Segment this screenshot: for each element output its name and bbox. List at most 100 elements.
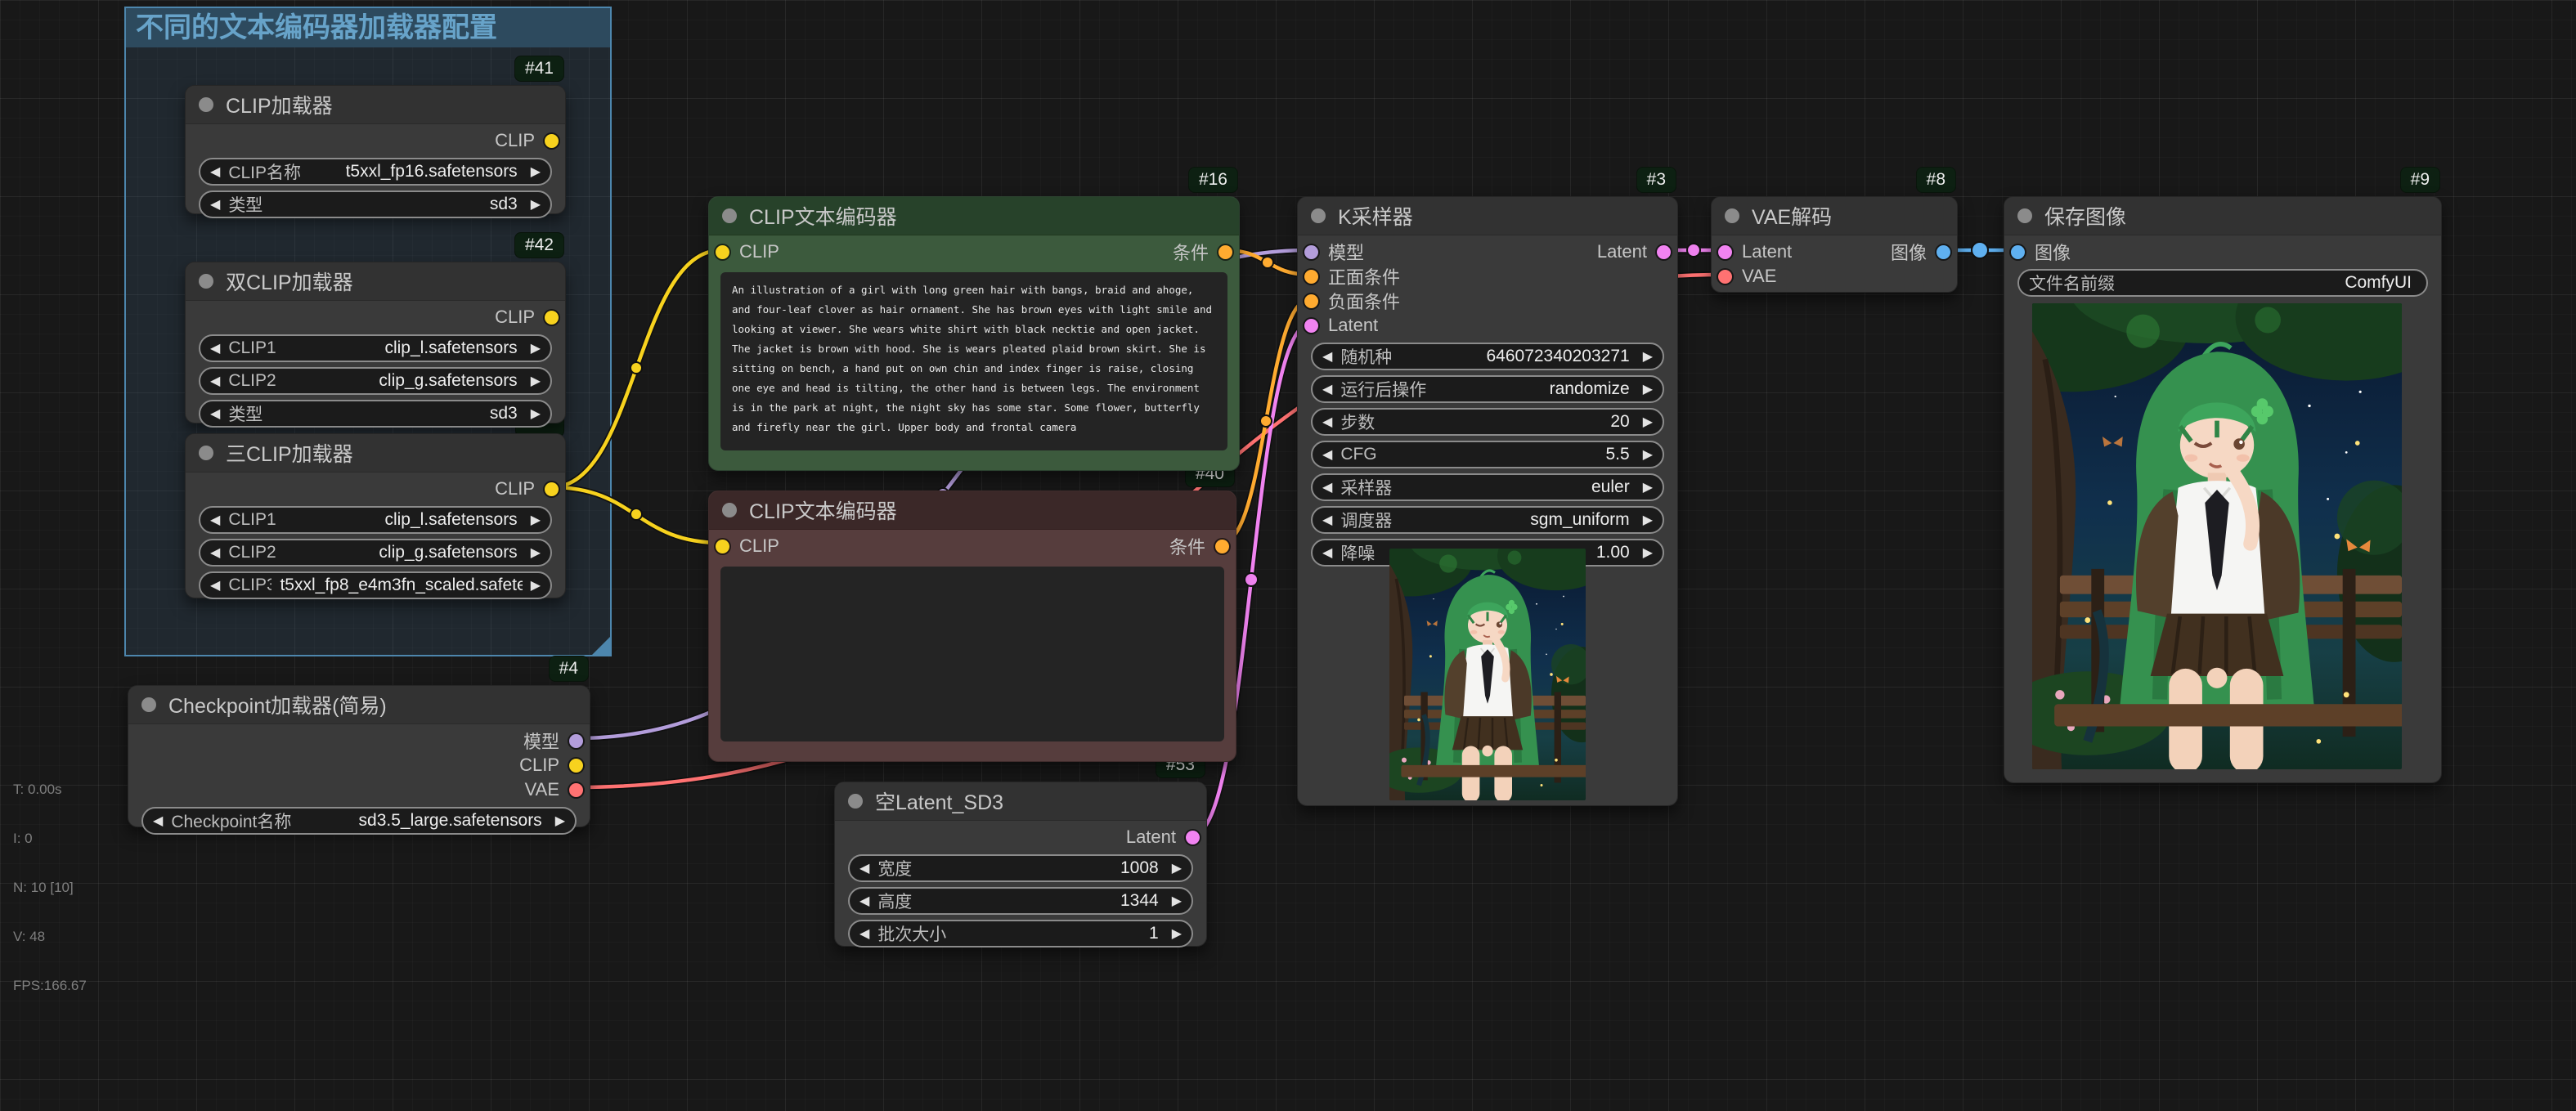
increment-arrow-icon[interactable]: ▶ bbox=[1643, 512, 1653, 528]
widget-scheduler[interactable]: ◀ 调度器 sgm_uniform ▶ bbox=[1311, 506, 1664, 534]
clip-input-slot[interactable] bbox=[716, 245, 729, 259]
node-header[interactable]: VAE解码 bbox=[1712, 197, 1957, 235]
conditioning-output-slot[interactable] bbox=[1218, 245, 1232, 259]
collapse-dot-icon[interactable] bbox=[2017, 208, 2032, 223]
increment-arrow-icon[interactable]: ▶ bbox=[531, 164, 541, 180]
saved-image[interactable] bbox=[2032, 303, 2402, 769]
decrement-arrow-icon[interactable]: ◀ bbox=[210, 196, 220, 213]
widget-checkpoint-name[interactable]: ◀ Checkpoint名称 sd3.5_large.safetensors ▶ bbox=[141, 807, 577, 835]
decrement-arrow-icon[interactable]: ◀ bbox=[1322, 512, 1332, 528]
widget-filename-prefix[interactable]: 文件名前缀 ComfyUI bbox=[2017, 269, 2428, 297]
decrement-arrow-icon[interactable]: ◀ bbox=[1322, 348, 1332, 365]
decrement-arrow-icon[interactable]: ◀ bbox=[1322, 479, 1332, 495]
collapse-dot-icon[interactable] bbox=[1725, 208, 1739, 223]
vae-input-slot[interactable] bbox=[1718, 270, 1732, 284]
increment-arrow-icon[interactable]: ▶ bbox=[1172, 925, 1182, 942]
increment-arrow-icon[interactable]: ▶ bbox=[1172, 893, 1182, 909]
prompt-textarea[interactable] bbox=[720, 567, 1224, 741]
clip-output-slot[interactable] bbox=[545, 134, 559, 148]
increment-arrow-icon[interactable]: ▶ bbox=[531, 373, 541, 389]
widget-clip1[interactable]: ◀ CLIP1 clip_l.safetensors ▶ bbox=[199, 334, 552, 362]
decrement-arrow-icon[interactable]: ◀ bbox=[1322, 544, 1332, 561]
decrement-arrow-icon[interactable]: ◀ bbox=[210, 405, 220, 422]
collapse-dot-icon[interactable] bbox=[199, 274, 213, 289]
collapse-dot-icon[interactable] bbox=[848, 794, 863, 809]
widget-clip2[interactable]: ◀ CLIP2 clip_g.safetensors ▶ bbox=[199, 539, 552, 567]
latent-input-slot[interactable] bbox=[1718, 245, 1732, 259]
clip-output-slot[interactable] bbox=[569, 759, 583, 773]
clip-output-slot[interactable] bbox=[545, 482, 559, 496]
widget-sampler-name[interactable]: ◀ 采样器 euler ▶ bbox=[1311, 473, 1664, 501]
negative-conditioning-input-slot[interactable] bbox=[1304, 294, 1318, 308]
increment-arrow-icon[interactable]: ▶ bbox=[531, 405, 541, 422]
widget-clip1[interactable]: ◀ CLIP1 clip_l.safetensors ▶ bbox=[199, 506, 552, 534]
widget-width[interactable]: ◀ 宽度 1008 ▶ bbox=[848, 854, 1193, 882]
increment-arrow-icon[interactable]: ▶ bbox=[531, 512, 541, 528]
decrement-arrow-icon[interactable]: ◀ bbox=[1322, 446, 1332, 463]
node-header[interactable]: 保存图像 bbox=[2004, 197, 2441, 235]
node-header[interactable]: Checkpoint加载器(简易) bbox=[128, 686, 590, 724]
node-ksampler[interactable]: K采样器 模型 Latent 正面条件 负面条件 Latent ◀ 随机种 64… bbox=[1297, 196, 1678, 806]
node-header[interactable]: CLIP加载器 bbox=[186, 86, 565, 124]
increment-arrow-icon[interactable]: ▶ bbox=[1172, 860, 1182, 876]
increment-arrow-icon[interactable]: ▶ bbox=[1643, 381, 1653, 397]
vae-output-slot[interactable] bbox=[569, 783, 583, 797]
node-header[interactable]: CLIP文本编码器 bbox=[709, 491, 1236, 530]
decrement-arrow-icon[interactable]: ◀ bbox=[210, 373, 220, 389]
node-header[interactable]: CLIP文本编码器 bbox=[709, 197, 1239, 235]
decrement-arrow-icon[interactable]: ◀ bbox=[859, 925, 869, 942]
node-header[interactable]: 空Latent_SD3 bbox=[835, 782, 1206, 821]
image-input-slot[interactable] bbox=[2011, 245, 2025, 259]
group-title[interactable]: 不同的文本编码器加载器配置 bbox=[126, 8, 610, 47]
widget-steps[interactable]: ◀ 步数 20 ▶ bbox=[1311, 408, 1664, 436]
node-header[interactable]: 三CLIP加载器 bbox=[186, 434, 565, 473]
decrement-arrow-icon[interactable]: ◀ bbox=[210, 544, 220, 561]
node-header[interactable]: 双CLIP加载器 bbox=[186, 262, 565, 301]
decrement-arrow-icon[interactable]: ◀ bbox=[859, 893, 869, 909]
decrement-arrow-icon[interactable]: ◀ bbox=[210, 340, 220, 356]
decrement-arrow-icon[interactable]: ◀ bbox=[153, 813, 163, 829]
model-output-slot[interactable] bbox=[569, 734, 583, 748]
image-output-slot[interactable] bbox=[1936, 245, 1950, 259]
node-graph-canvas[interactable]: 不同的文本编码器加载器配置 bbox=[0, 0, 2576, 1111]
collapse-dot-icon[interactable] bbox=[199, 97, 213, 112]
widget-clip3[interactable]: ◀ CLIP3 t5xxl_fp8_e4m3fn_scaled.safete..… bbox=[199, 571, 552, 599]
increment-arrow-icon[interactable]: ▶ bbox=[1643, 348, 1653, 365]
decrement-arrow-icon[interactable]: ◀ bbox=[210, 164, 220, 180]
collapse-dot-icon[interactable] bbox=[141, 697, 156, 712]
widget-clip-type[interactable]: ◀ 类型 sd3 ▶ bbox=[199, 190, 552, 218]
latent-input-slot[interactable] bbox=[1304, 319, 1318, 333]
collapse-dot-icon[interactable] bbox=[722, 208, 737, 223]
group-resize-handle[interactable] bbox=[592, 637, 610, 655]
increment-arrow-icon[interactable]: ▶ bbox=[531, 196, 541, 213]
widget-clip2[interactable]: ◀ CLIP2 clip_g.safetensors ▶ bbox=[199, 367, 552, 395]
decrement-arrow-icon[interactable]: ◀ bbox=[210, 512, 220, 528]
node-dual-clip-loader[interactable]: 双CLIP加载器 CLIP ◀ CLIP1 clip_l.safetensors… bbox=[185, 262, 566, 423]
increment-arrow-icon[interactable]: ▶ bbox=[1643, 544, 1653, 561]
node-save-image[interactable]: 保存图像 图像 文件名前缀 ComfyUI bbox=[2004, 196, 2442, 783]
clip-output-slot[interactable] bbox=[545, 311, 559, 325]
latent-output-slot[interactable] bbox=[1186, 831, 1200, 844]
widget-height[interactable]: ◀ 高度 1344 ▶ bbox=[848, 887, 1193, 915]
increment-arrow-icon[interactable]: ▶ bbox=[1643, 414, 1653, 430]
widget-cfg[interactable]: ◀ CFG 5.5 ▶ bbox=[1311, 441, 1664, 468]
widget-seed[interactable]: ◀ 随机种 646072340203271 ▶ bbox=[1311, 343, 1664, 370]
node-triple-clip-loader[interactable]: 三CLIP加载器 CLIP ◀ CLIP1 clip_l.safetensors… bbox=[185, 433, 566, 598]
decrement-arrow-icon[interactable]: ◀ bbox=[1322, 414, 1332, 430]
node-clip-text-encode-negative[interactable]: CLIP文本编码器 CLIP 条件 bbox=[708, 491, 1236, 762]
node-header[interactable]: K采样器 bbox=[1298, 197, 1677, 235]
decrement-arrow-icon[interactable]: ◀ bbox=[859, 860, 869, 876]
node-checkpoint-loader[interactable]: Checkpoint加载器(简易) 模型 CLIP VAE ◀ Checkpoi… bbox=[128, 685, 590, 827]
widget-clip-type[interactable]: ◀ 类型 sd3 ▶ bbox=[199, 400, 552, 428]
increment-arrow-icon[interactable]: ▶ bbox=[531, 577, 541, 594]
increment-arrow-icon[interactable]: ▶ bbox=[531, 544, 541, 561]
node-clip-text-encode-positive[interactable]: CLIP文本编码器 CLIP 条件 An illustration of a g… bbox=[708, 196, 1240, 471]
preview-image[interactable] bbox=[1389, 549, 1586, 800]
node-clip-loader[interactable]: CLIP加载器 CLIP ◀ CLIP名称 t5xxl_fp16.safeten… bbox=[185, 85, 566, 214]
collapse-dot-icon[interactable] bbox=[1311, 208, 1326, 223]
node-empty-latent-sd3[interactable]: 空Latent_SD3 Latent ◀ 宽度 1008 ▶ ◀ 高度 1344… bbox=[834, 782, 1207, 947]
prompt-textarea[interactable]: An illustration of a girl with long gree… bbox=[720, 272, 1227, 450]
conditioning-output-slot[interactable] bbox=[1215, 540, 1229, 553]
increment-arrow-icon[interactable]: ▶ bbox=[1643, 446, 1653, 463]
decrement-arrow-icon[interactable]: ◀ bbox=[1322, 381, 1332, 397]
